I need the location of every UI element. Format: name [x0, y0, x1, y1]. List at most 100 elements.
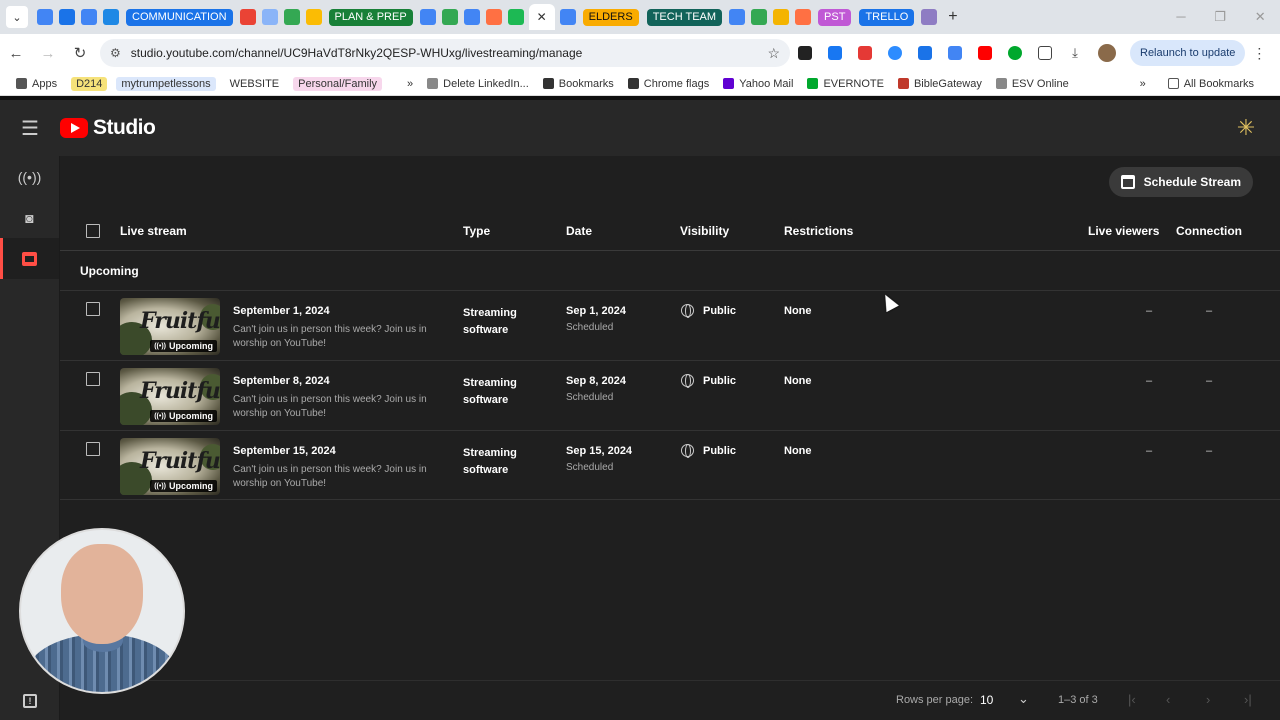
tab-favicon-docs[interactable] — [463, 9, 480, 25]
youtube-logo-icon[interactable] — [60, 118, 88, 138]
bookmark-item[interactable]: D214 — [71, 76, 108, 91]
tab-favicon[interactable] — [261, 9, 278, 25]
bookmark-item[interactable]: EVERNOTE — [807, 78, 884, 90]
bookmark-item[interactable]: WEBSITE — [224, 76, 285, 91]
row-checkbox[interactable] — [86, 372, 100, 386]
extension-zoom-icon[interactable] — [888, 46, 902, 60]
bookmark-item[interactable]: Chrome flags — [627, 78, 709, 90]
address-bar[interactable]: ⚙ studio.youtube.com/channel/UC9HaVdT8rN… — [100, 39, 790, 67]
select-all-checkbox[interactable] — [86, 224, 100, 238]
table-row[interactable]: Fruitful ((•)) Upcoming September 15, 20… — [60, 430, 1280, 500]
forward-icon[interactable]: → — [32, 45, 64, 62]
next-page-icon[interactable]: › — [1206, 692, 1210, 707]
col-type: Type — [463, 224, 491, 238]
tab-favicon-gmail[interactable] — [239, 9, 256, 25]
extension-youtube-icon[interactable] — [978, 46, 992, 60]
browser-menu-icon[interactable]: ⋮ — [1249, 45, 1269, 62]
bookmark-item[interactable]: mytrumpetlessons — [116, 76, 216, 91]
table-row[interactable]: Fruitful ((•)) Upcoming September 1, 202… — [60, 290, 1280, 360]
active-tab[interactable]: ✕ — [528, 4, 555, 30]
tab-favicon-spotify[interactable] — [507, 9, 524, 25]
extension-icon[interactable] — [948, 46, 962, 60]
extension-notion-icon[interactable] — [798, 46, 812, 60]
tab-favicon-docs[interactable] — [81, 9, 97, 25]
bookmark-star-icon[interactable]: ☆ — [767, 45, 780, 62]
schedule-stream-button[interactable]: Schedule Stream — [1108, 167, 1253, 197]
url-text[interactable]: studio.youtube.com/channel/UC9HaVdT8rNky… — [131, 46, 768, 60]
stream-thumbnail[interactable]: Fruitful ((•)) Upcoming — [120, 438, 220, 495]
tab-group-plan-prep[interactable]: PLAN & PREP — [328, 8, 413, 26]
stream-thumbnail[interactable]: Fruitful ((•)) Upcoming — [120, 298, 220, 355]
tab-favicon-sheets[interactable] — [751, 9, 768, 25]
tab-group-trello[interactable]: TRELLO — [859, 8, 915, 26]
rail-camera-icon[interactable]: ◙ — [0, 197, 59, 238]
minimize-icon[interactable]: ─ — [1176, 9, 1185, 25]
stream-thumbnail[interactable]: Fruitful ((•)) Upcoming — [120, 368, 220, 425]
bookmark-item[interactable]: » — [391, 78, 413, 90]
stream-visibility[interactable]: Public — [703, 375, 736, 387]
close-tab-icon[interactable]: ✕ — [537, 10, 547, 24]
tab-favicon[interactable] — [921, 9, 938, 25]
close-window-icon[interactable]: ✕ — [1255, 9, 1266, 25]
tab-group-elders[interactable]: ELDERS — [582, 8, 639, 26]
tab-group-tech-team[interactable]: TECH TEAM — [646, 8, 723, 26]
tab-favicon-docs[interactable] — [59, 9, 75, 25]
row-checkbox[interactable] — [86, 442, 100, 456]
col-date[interactable]: Date — [566, 224, 592, 238]
chevron-down-icon[interactable]: ⌄ — [1018, 691, 1029, 707]
rail-feedback-icon[interactable]: ! — [0, 692, 60, 708]
first-page-icon[interactable]: |‹ — [1128, 692, 1136, 707]
rail-manage-calendar-icon[interactable] — [0, 238, 59, 279]
last-page-icon[interactable]: ›| — [1244, 692, 1252, 707]
extension-icon[interactable] — [858, 46, 872, 60]
tab-favicon[interactable] — [795, 9, 812, 25]
extension-icon[interactable] — [918, 46, 932, 60]
tab-favicon-calendar[interactable] — [103, 9, 119, 25]
tab-search-icon[interactable]: ⌄ — [6, 6, 28, 28]
tab-favicon[interactable] — [485, 9, 502, 25]
table-row[interactable]: Fruitful ((•)) Upcoming September 8, 202… — [60, 360, 1280, 430]
bookmark-item[interactable]: Bookmarks — [542, 78, 614, 90]
reload-icon[interactable]: ↻ — [64, 44, 96, 62]
tab-favicon[interactable] — [559, 9, 576, 25]
relaunch-button[interactable]: Relaunch to update — [1130, 40, 1246, 66]
stream-visibility[interactable]: Public — [703, 445, 736, 457]
new-tab-button[interactable]: + — [948, 8, 957, 26]
tab-favicon-calendar[interactable] — [37, 9, 53, 25]
tab-favicon[interactable] — [305, 9, 322, 25]
tab-group-communication[interactable]: COMMUNICATION — [126, 8, 233, 26]
bookmark-item[interactable]: Apps — [16, 78, 57, 90]
all-bookmarks-button[interactable]: All Bookmarks — [1167, 78, 1254, 90]
extension-icon[interactable] — [828, 46, 842, 60]
row-checkbox[interactable] — [86, 302, 100, 316]
prev-page-icon[interactable]: ‹ — [1166, 692, 1170, 707]
download-icon[interactable]: ⤓ — [1068, 46, 1082, 60]
channel-avatar-icon[interactable]: ✳ — [1232, 114, 1260, 142]
bookmark-item[interactable]: Personal/Family — [293, 76, 383, 91]
bookmarks-overflow-icon[interactable]: » — [1140, 78, 1146, 90]
extensions-puzzle-icon[interactable] — [1038, 46, 1052, 60]
bookmark-item[interactable]: ESV Online — [995, 78, 1069, 90]
bookmark-item[interactable]: Yahoo Mail — [723, 78, 793, 90]
stream-title[interactable]: September 1, 2024 — [233, 305, 330, 317]
stream-title[interactable]: September 15, 2024 — [233, 445, 336, 457]
stream-title[interactable]: September 8, 2024 — [233, 375, 330, 387]
site-info-icon[interactable]: ⚙ — [110, 46, 121, 60]
tab-favicon-docs[interactable] — [419, 9, 436, 25]
extension-evernote-icon[interactable] — [1008, 46, 1022, 60]
hamburger-menu-icon[interactable]: ☰ — [0, 116, 60, 141]
rail-stream-icon[interactable]: ((•)) — [0, 156, 59, 197]
tab-favicon-docs[interactable] — [729, 9, 746, 25]
back-icon[interactable]: ← — [0, 45, 32, 62]
maximize-icon[interactable]: ❐ — [1214, 9, 1226, 25]
profile-avatar[interactable] — [1098, 44, 1116, 62]
bookmark-item[interactable]: BibleGateway — [897, 78, 982, 90]
tab-favicon[interactable] — [283, 9, 300, 25]
rows-per-page-value[interactable]: 10 — [980, 693, 993, 707]
tab-favicon-sheets[interactable] — [441, 9, 458, 25]
studio-logo-text[interactable]: Studio — [93, 116, 156, 140]
stream-visibility[interactable]: Public — [703, 305, 736, 317]
tab-favicon[interactable] — [773, 9, 790, 25]
bookmark-item[interactable]: Delete LinkedIn... — [427, 78, 529, 90]
tab-group-pst[interactable]: PST — [818, 8, 852, 26]
